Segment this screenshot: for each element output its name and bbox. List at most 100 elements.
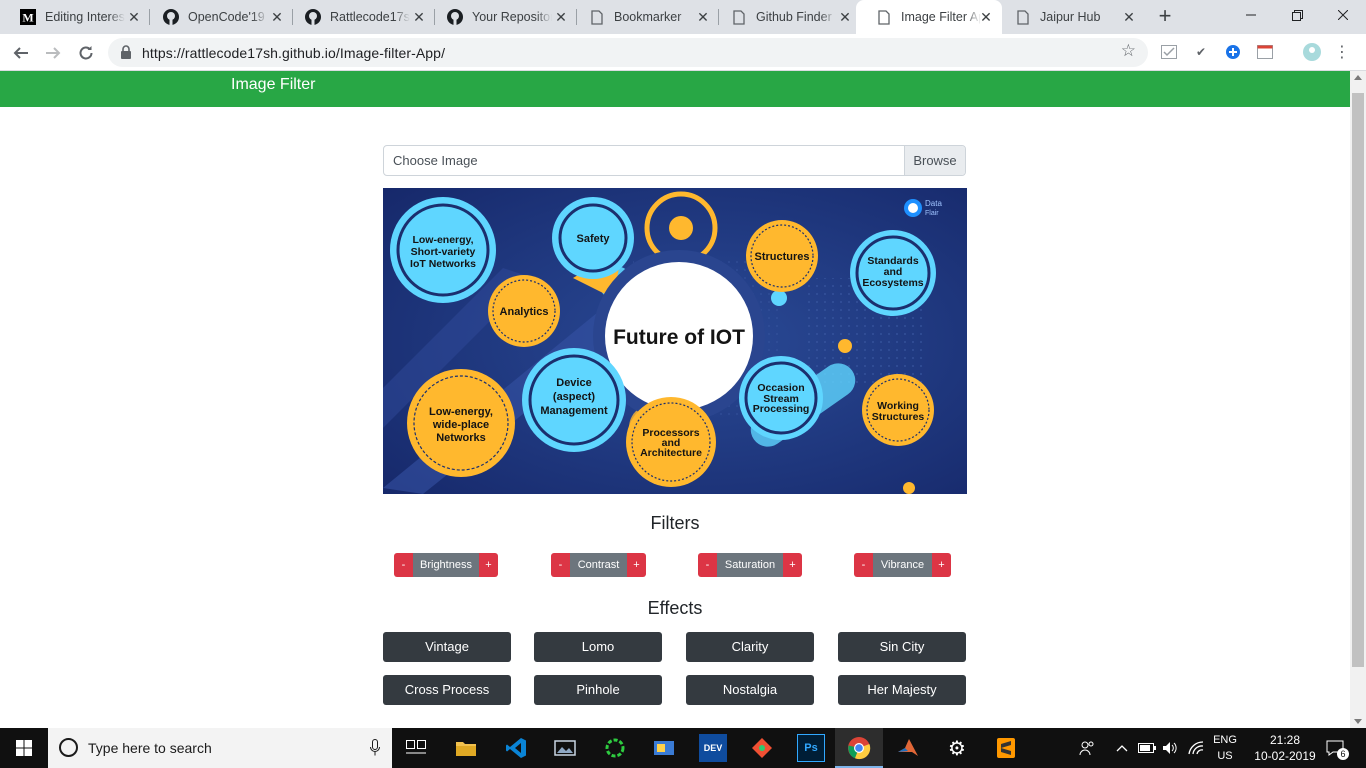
action-center-icon[interactable]: 6 bbox=[1324, 728, 1349, 768]
close-tab-icon[interactable]: ✕ bbox=[837, 9, 853, 25]
vibrance-decrease-button[interactable]: - bbox=[854, 553, 873, 577]
close-window-button[interactable] bbox=[1320, 0, 1366, 30]
svg-text:Short-variety: Short-variety bbox=[411, 246, 476, 258]
svg-text:Networks: Networks bbox=[436, 432, 486, 444]
page-icon bbox=[589, 9, 605, 25]
browser-tab-active[interactable]: Image Filter Ap ✕ bbox=[856, 0, 1002, 34]
effect-nostalgia-button[interactable]: Nostalgia bbox=[686, 675, 814, 705]
microphone-icon[interactable] bbox=[370, 739, 380, 756]
saturation-decrease-button[interactable]: - bbox=[698, 553, 717, 577]
input-language[interactable]: ENG US bbox=[1210, 732, 1240, 764]
contrast-increase-button[interactable]: + bbox=[627, 553, 646, 577]
file-upload-input[interactable]: Choose Image Browse bbox=[383, 145, 966, 176]
sublime-text-icon[interactable] bbox=[992, 734, 1020, 762]
extension-icon[interactable] bbox=[1256, 43, 1274, 61]
page-scrollbar[interactable] bbox=[1350, 71, 1366, 728]
tab-title: OpenCode'19 bbox=[188, 10, 265, 24]
people-icon[interactable] bbox=[1076, 728, 1098, 768]
effect-lomo-button[interactable]: Lomo bbox=[534, 632, 662, 662]
vscode-icon[interactable] bbox=[502, 734, 530, 762]
tab-title: Image Filter Ap bbox=[901, 10, 981, 24]
forward-button[interactable] bbox=[40, 40, 66, 66]
close-tab-icon[interactable]: ✕ bbox=[1121, 9, 1137, 25]
clock-time: 21:28 bbox=[1269, 733, 1301, 747]
brightness-increase-button[interactable]: + bbox=[479, 553, 498, 577]
settings-gear-icon[interactable]: ⚙ bbox=[943, 734, 971, 762]
brightness-decrease-button[interactable]: - bbox=[394, 553, 413, 577]
browser-tab[interactable]: Rattlecode17sh ✕ bbox=[285, 0, 435, 34]
dev-cpp-icon[interactable]: DEV bbox=[699, 734, 727, 762]
bubble-working-structures: Working Structures bbox=[862, 374, 934, 446]
browser-tab[interactable]: OpenCode'19 ✕ bbox=[143, 0, 293, 34]
start-button[interactable] bbox=[0, 728, 48, 768]
extension-icon[interactable] bbox=[1160, 43, 1178, 61]
new-tab-button[interactable]: + bbox=[1153, 5, 1177, 29]
svg-text:Structures: Structures bbox=[754, 251, 809, 263]
battery-icon[interactable] bbox=[1137, 728, 1157, 768]
minimize-button[interactable] bbox=[1228, 0, 1274, 30]
effect-clarity-button[interactable]: Clarity bbox=[686, 632, 814, 662]
taskbar-search-box[interactable]: Type here to search bbox=[48, 728, 392, 768]
github-icon bbox=[163, 9, 179, 25]
photos-app-icon[interactable] bbox=[551, 734, 579, 762]
matlab-icon[interactable] bbox=[894, 734, 922, 762]
search-placeholder: Type here to search bbox=[88, 740, 212, 756]
tab-title: Editing Interes bbox=[45, 10, 125, 24]
back-button[interactable] bbox=[8, 40, 34, 66]
vibrance-increase-button[interactable]: + bbox=[932, 553, 951, 577]
reload-button[interactable] bbox=[73, 40, 99, 66]
scroll-up-arrow[interactable] bbox=[1354, 75, 1362, 80]
brightness-label: Brightness bbox=[413, 553, 479, 577]
browser-tab[interactable]: Jaipur Hub ✕ bbox=[995, 0, 1145, 34]
effect-pinhole-button[interactable]: Pinhole bbox=[534, 675, 662, 705]
svg-text:(aspect): (aspect) bbox=[553, 391, 596, 403]
close-tab-icon[interactable]: ✕ bbox=[978, 9, 994, 25]
bubble-device-management: Device (aspect) Management bbox=[522, 348, 626, 452]
file-explorer-icon[interactable] bbox=[452, 734, 480, 762]
restore-button[interactable] bbox=[1274, 0, 1320, 30]
bookmark-star-icon[interactable]: ☆ bbox=[1121, 41, 1136, 61]
extension-icon[interactable] bbox=[1224, 43, 1242, 61]
filter-group-contrast: - Contrast + bbox=[551, 553, 646, 577]
saturation-increase-button[interactable]: + bbox=[783, 553, 802, 577]
effect-cross-process-button[interactable]: Cross Process bbox=[383, 675, 511, 705]
page-icon bbox=[876, 9, 892, 25]
task-view-icon[interactable] bbox=[402, 734, 430, 762]
page-icon bbox=[1015, 9, 1031, 25]
effect-vintage-button[interactable]: Vintage bbox=[383, 632, 511, 662]
menu-icon[interactable]: ⋮ bbox=[1333, 43, 1351, 61]
volume-icon[interactable] bbox=[1160, 728, 1180, 768]
close-tab-icon[interactable]: ✕ bbox=[411, 9, 427, 25]
svg-text:Low-energy,: Low-energy, bbox=[412, 234, 473, 246]
address-bar[interactable]: https://rattlecode17sh.github.io/Image-f… bbox=[108, 38, 1148, 67]
contrast-decrease-button[interactable]: - bbox=[551, 553, 570, 577]
close-tab-icon[interactable]: ✕ bbox=[126, 9, 142, 25]
wifi-icon[interactable] bbox=[1186, 728, 1206, 768]
windows-taskbar: Type here to search DEV Ps ⚙ ENG US 21:2… bbox=[0, 728, 1366, 768]
browser-tab[interactable]: Github Finder ✕ bbox=[711, 0, 861, 34]
close-tab-icon[interactable]: ✕ bbox=[695, 9, 711, 25]
chrome-icon[interactable] bbox=[845, 734, 873, 762]
browse-button[interactable]: Browse bbox=[904, 146, 965, 175]
scroll-down-arrow[interactable] bbox=[1354, 719, 1362, 724]
medium-icon: M bbox=[20, 9, 36, 25]
browser-tab[interactable]: Bookmarker ✕ bbox=[569, 0, 719, 34]
svg-text:M: M bbox=[22, 11, 33, 25]
navbar-brand[interactable]: Image Filter bbox=[231, 76, 315, 94]
profile-avatar[interactable] bbox=[1303, 43, 1321, 61]
photoshop-icon[interactable]: Ps bbox=[797, 734, 825, 762]
browser-tab[interactable]: M Editing Interes ✕ bbox=[0, 0, 150, 34]
check-extension-icon[interactable]: ✔ bbox=[1192, 43, 1210, 61]
scrollbar-thumb[interactable] bbox=[1352, 93, 1364, 667]
system-clock[interactable]: 21:28 10-02-2019 bbox=[1252, 732, 1318, 764]
show-hidden-icons-chevron[interactable] bbox=[1112, 728, 1132, 768]
browser-tab[interactable]: Your Repositor ✕ bbox=[427, 0, 577, 34]
control-panel-icon[interactable] bbox=[650, 734, 678, 762]
close-tab-icon[interactable]: ✕ bbox=[269, 9, 285, 25]
app-ring-icon[interactable] bbox=[601, 734, 629, 762]
effect-sin-city-button[interactable]: Sin City bbox=[838, 632, 966, 662]
tab-title: Rattlecode17sh bbox=[330, 10, 410, 24]
effect-her-majesty-button[interactable]: Her Majesty bbox=[838, 675, 966, 705]
git-app-icon[interactable] bbox=[748, 734, 776, 762]
close-tab-icon[interactable]: ✕ bbox=[553, 9, 569, 25]
